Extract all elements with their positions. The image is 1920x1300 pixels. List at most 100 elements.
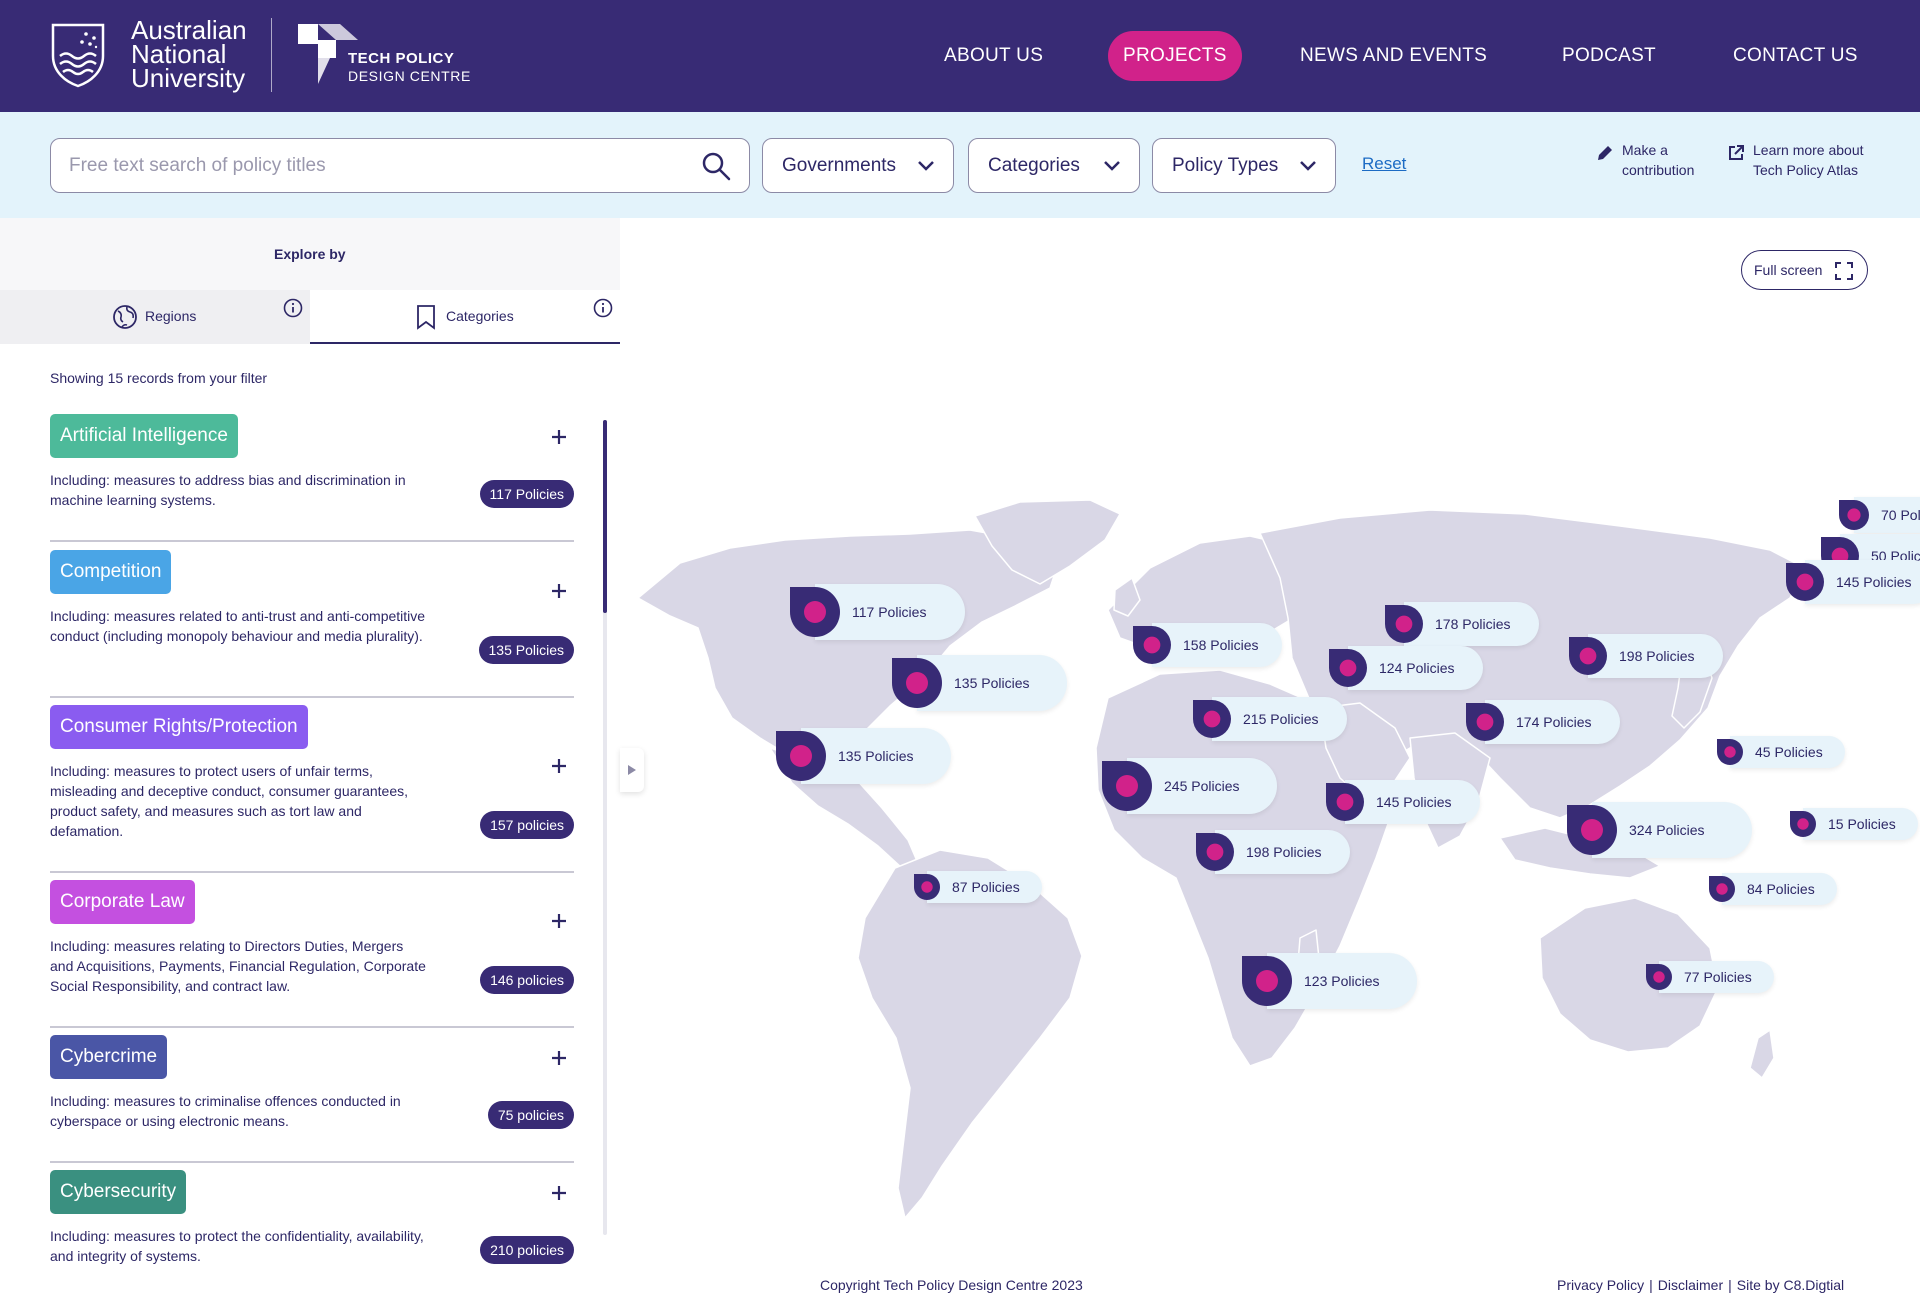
marker-label-bubble[interactable]: 145 Policies bbox=[1345, 780, 1480, 824]
nav-projects[interactable]: PROJECTS bbox=[1108, 31, 1242, 81]
map-marker[interactable]: 87 Policies bbox=[914, 871, 1042, 903]
map-marker[interactable]: 135 Policies bbox=[892, 655, 1067, 711]
map-pin-icon[interactable] bbox=[914, 874, 940, 900]
list-item[interactable]: Consumer Rights/Protection Including: me… bbox=[50, 705, 574, 873]
policy-types-dropdown[interactable]: Policy Types bbox=[1152, 138, 1336, 193]
list-item[interactable]: Cybercrime Including: measures to crimin… bbox=[50, 1035, 574, 1163]
plus-icon[interactable] bbox=[550, 582, 568, 600]
plus-icon[interactable] bbox=[550, 1049, 568, 1067]
copyright-text: Copyright Tech Policy Design Centre 2023 bbox=[820, 1277, 1083, 1293]
map-marker[interactable]: 324 Policies bbox=[1567, 802, 1752, 858]
map-marker[interactable]: 123 Policies bbox=[1242, 953, 1417, 1009]
tab-categories[interactable]: Categories bbox=[310, 290, 620, 344]
map-marker[interactable]: 145 Policies bbox=[1326, 780, 1480, 824]
categories-dropdown[interactable]: Categories bbox=[968, 138, 1140, 193]
search-icon[interactable] bbox=[701, 151, 731, 181]
map-marker[interactable]: 145 Policies bbox=[1786, 560, 1920, 604]
list-item[interactable]: Artificial Intelligence Including: measu… bbox=[50, 414, 574, 542]
marker-label-bubble[interactable]: 215 Policies bbox=[1212, 697, 1347, 741]
category-pill[interactable]: Consumer Rights/Protection bbox=[50, 705, 308, 749]
list-item[interactable]: Competition Including: measures related … bbox=[50, 550, 574, 698]
map-pin-icon[interactable] bbox=[1193, 700, 1231, 738]
map-pin-icon[interactable] bbox=[1839, 500, 1869, 530]
category-pill[interactable]: Competition bbox=[50, 550, 172, 594]
plus-icon[interactable] bbox=[550, 757, 568, 775]
map-marker[interactable]: 158 Policies bbox=[1133, 623, 1282, 667]
plus-icon[interactable] bbox=[550, 1184, 568, 1202]
map-pin-icon[interactable] bbox=[1786, 563, 1824, 601]
map-pin-icon[interactable] bbox=[1567, 805, 1617, 855]
map-pin-icon[interactable] bbox=[1133, 626, 1171, 664]
map-marker[interactable]: 84 Policies bbox=[1709, 873, 1837, 905]
sidebar-collapse-button[interactable] bbox=[620, 748, 644, 792]
anu-crest-icon[interactable] bbox=[50, 22, 106, 88]
map-marker[interactable]: 45 Policies bbox=[1717, 736, 1845, 768]
world-map-area[interactable]: Full screen 70 Policies50 Policies145 Po… bbox=[620, 218, 1920, 1268]
list-item[interactable]: Corporate Law Including: measures relati… bbox=[50, 880, 574, 1028]
marker-label-bubble[interactable]: 15 Policies bbox=[1803, 808, 1918, 840]
governments-dropdown[interactable]: Governments bbox=[762, 138, 954, 193]
fullscreen-button[interactable]: Full screen bbox=[1741, 250, 1868, 290]
marker-label-bubble[interactable]: 77 Policies bbox=[1659, 961, 1774, 993]
category-pill[interactable]: Cybercrime bbox=[50, 1035, 168, 1079]
marker-label-bubble[interactable]: 158 Policies bbox=[1152, 623, 1282, 667]
map-marker[interactable]: 77 Policies bbox=[1646, 961, 1774, 993]
site-by-link[interactable]: Site by C8.Digtial bbox=[1737, 1277, 1844, 1293]
map-pin-icon[interactable] bbox=[1326, 783, 1364, 821]
nav-contact-us[interactable]: CONTACT US bbox=[1733, 31, 1858, 81]
map-marker[interactable]: 15 Policies bbox=[1790, 808, 1918, 840]
marker-label-bubble[interactable]: 174 Policies bbox=[1485, 700, 1620, 744]
map-marker[interactable]: 245 Policies bbox=[1102, 758, 1277, 814]
sidebar-scrollbar-thumb[interactable] bbox=[603, 420, 607, 613]
marker-label-bubble[interactable]: 178 Policies bbox=[1404, 602, 1539, 646]
map-marker[interactable]: 174 Policies bbox=[1466, 700, 1620, 744]
map-pin-icon[interactable] bbox=[1466, 703, 1504, 741]
map-pin-icon[interactable] bbox=[892, 658, 942, 708]
map-pin-icon[interactable] bbox=[1646, 964, 1672, 990]
map-pin-icon[interactable] bbox=[1717, 739, 1743, 765]
map-marker[interactable]: 198 Policies bbox=[1569, 634, 1723, 678]
marker-label: 135 Policies bbox=[838, 748, 914, 764]
map-pin-icon[interactable] bbox=[1242, 956, 1292, 1006]
map-pin-icon[interactable] bbox=[776, 731, 826, 781]
category-pill[interactable]: Cybersecurity bbox=[50, 1170, 187, 1214]
tab-regions[interactable]: Regions bbox=[0, 290, 310, 344]
map-pin-icon[interactable] bbox=[1102, 761, 1152, 811]
map-pin-icon[interactable] bbox=[1385, 605, 1423, 643]
search-input[interactable] bbox=[69, 139, 669, 192]
marker-label-bubble[interactable]: 198 Policies bbox=[1215, 830, 1350, 874]
map-marker[interactable]: 198 Policies bbox=[1196, 830, 1350, 874]
disclaimer-link[interactable]: Disclaimer bbox=[1658, 1277, 1723, 1293]
nav-podcast[interactable]: PODCAST bbox=[1562, 31, 1656, 81]
map-marker[interactable]: 117 Policies bbox=[790, 584, 965, 640]
map-pin-icon[interactable] bbox=[1196, 833, 1234, 871]
info-icon[interactable] bbox=[283, 298, 303, 318]
plus-icon[interactable] bbox=[550, 912, 568, 930]
marker-label-bubble[interactable]: 87 Policies bbox=[927, 871, 1042, 903]
map-pin-icon[interactable] bbox=[1790, 811, 1816, 837]
map-marker[interactable]: 124 Policies bbox=[1329, 646, 1483, 690]
map-marker[interactable]: 178 Policies bbox=[1385, 602, 1539, 646]
marker-label-bubble[interactable]: 198 Policies bbox=[1588, 634, 1723, 678]
map-marker[interactable]: 215 Policies bbox=[1193, 697, 1347, 741]
category-pill[interactable]: Artificial Intelligence bbox=[50, 414, 238, 458]
map-marker[interactable]: 70 Policies bbox=[1839, 497, 1920, 533]
marker-label-bubble[interactable]: 45 Policies bbox=[1730, 736, 1845, 768]
map-pin-icon[interactable] bbox=[1709, 876, 1735, 902]
info-icon[interactable] bbox=[593, 298, 613, 318]
nav-about-us[interactable]: ABOUT US bbox=[944, 31, 1043, 81]
category-pill[interactable]: Corporate Law bbox=[50, 880, 195, 924]
reset-link[interactable]: Reset bbox=[1362, 154, 1406, 174]
map-pin-icon[interactable] bbox=[790, 587, 840, 637]
map-marker[interactable]: 135 Policies bbox=[776, 728, 951, 784]
marker-label-bubble[interactable]: 84 Policies bbox=[1722, 873, 1837, 905]
nav-news-and-events[interactable]: NEWS AND EVENTS bbox=[1300, 31, 1487, 81]
list-item[interactable]: Cybersecurity Including: measures to pro… bbox=[50, 1170, 574, 1298]
marker-label-bubble[interactable]: 124 Policies bbox=[1348, 646, 1483, 690]
tech-policy-wordmark[interactable]: TECH POLICY DESIGN CENTRE bbox=[348, 50, 471, 84]
map-pin-icon[interactable] bbox=[1569, 637, 1607, 675]
anu-wordmark[interactable]: Australian National University bbox=[131, 17, 247, 91]
privacy-policy-link[interactable]: Privacy Policy bbox=[1557, 1277, 1644, 1293]
map-pin-icon[interactable] bbox=[1329, 649, 1367, 687]
plus-icon[interactable] bbox=[550, 428, 568, 446]
